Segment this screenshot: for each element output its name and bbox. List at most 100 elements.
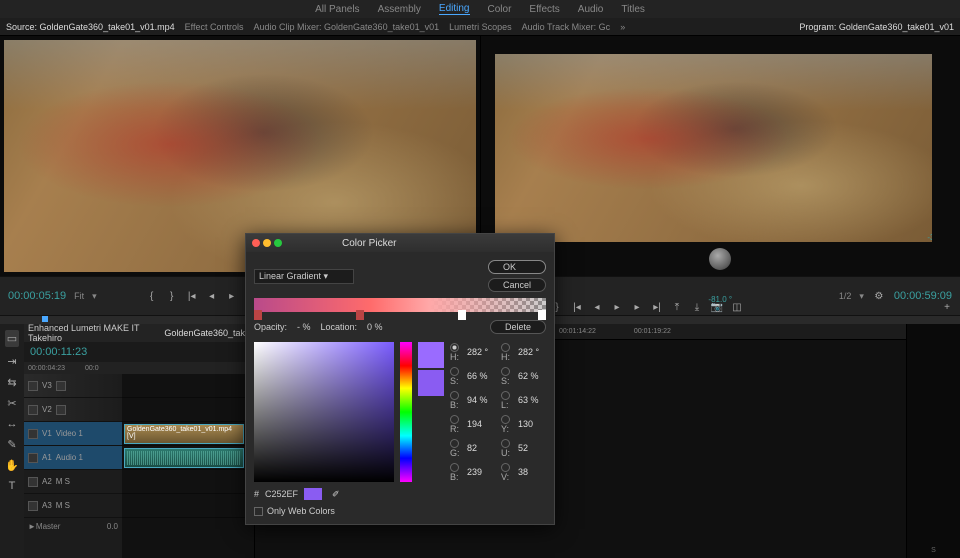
val-b2[interactable]: 239 bbox=[467, 467, 495, 477]
track-header-a2[interactable]: A2 M S bbox=[24, 470, 122, 494]
ws-effects[interactable]: Effects bbox=[529, 4, 559, 15]
ok-button[interactable]: OK bbox=[488, 260, 546, 274]
radio-v[interactable] bbox=[501, 463, 510, 472]
step-fwd-button[interactable]: ▸ bbox=[630, 301, 644, 313]
track-header-v1[interactable]: V1 Video 1 bbox=[24, 422, 122, 446]
hex-value[interactable]: C252EF bbox=[265, 489, 298, 499]
tab-effect-controls[interactable]: Effect Controls bbox=[185, 22, 244, 32]
source-fit-dropdown[interactable]: Fit bbox=[74, 291, 84, 301]
track-header-v2[interactable]: V2 bbox=[24, 398, 122, 422]
val-g[interactable]: 82 bbox=[467, 443, 495, 453]
radio-h[interactable] bbox=[450, 343, 459, 352]
val-u[interactable]: 52 bbox=[518, 443, 546, 453]
radio-y[interactable] bbox=[501, 415, 510, 424]
gradient-stop[interactable] bbox=[458, 310, 466, 320]
lock-icon[interactable] bbox=[28, 381, 38, 391]
slip-tool-icon[interactable]: ↔ bbox=[7, 418, 18, 430]
export-frame-button[interactable]: 📷 bbox=[710, 301, 724, 313]
gradient-stop[interactable] bbox=[538, 310, 546, 320]
eyedropper-icon[interactable]: ✐ bbox=[332, 489, 340, 500]
only-web-colors-checkbox[interactable] bbox=[254, 507, 263, 516]
chevron-down-icon[interactable]: ▾ bbox=[92, 291, 97, 302]
radio-u[interactable] bbox=[501, 439, 510, 448]
lane-a3[interactable] bbox=[122, 494, 254, 518]
track-header-master[interactable]: ► Master 0.0 bbox=[24, 518, 122, 534]
track-header-a1[interactable]: A1 Audio 1 bbox=[24, 446, 122, 470]
cancel-button[interactable]: Cancel bbox=[488, 278, 546, 292]
lane-v2[interactable] bbox=[122, 398, 254, 422]
radio-g[interactable] bbox=[450, 439, 459, 448]
go-next-button[interactable]: ▸| bbox=[650, 301, 664, 313]
val-h[interactable]: 282 ° bbox=[467, 347, 495, 357]
tab-lumetri-scopes[interactable]: Lumetri Scopes bbox=[449, 22, 512, 32]
dialog-titlebar[interactable]: Color Picker bbox=[246, 234, 554, 252]
ws-editing[interactable]: Editing bbox=[439, 3, 470, 15]
step-back-button[interactable]: ◂ bbox=[590, 301, 604, 313]
program-video-frame[interactable]: -3.4 ° bbox=[495, 54, 933, 242]
ws-audio[interactable]: Audio bbox=[578, 4, 604, 15]
gradient-type-dropdown[interactable]: Linear Gradient ▾ bbox=[254, 269, 354, 284]
tab-active-seq[interactable]: GoldenGate360_take bbox=[164, 328, 250, 338]
comparison-view-button[interactable]: ◫ bbox=[730, 301, 744, 313]
new-color-swatch[interactable] bbox=[418, 342, 444, 368]
mark-out-button[interactable]: } bbox=[165, 290, 179, 302]
meter-solo-left[interactable]: S bbox=[911, 547, 956, 554]
play-button[interactable]: ▸ bbox=[610, 301, 624, 313]
close-icon[interactable] bbox=[252, 239, 260, 247]
val-r[interactable]: 194 bbox=[467, 419, 495, 429]
saturation-value-field[interactable] bbox=[254, 342, 394, 482]
hand-tool-icon[interactable]: ✋ bbox=[5, 459, 19, 472]
tab-audio-track-mixer[interactable]: Audio Track Mixer: Gc bbox=[522, 22, 611, 32]
tab-source[interactable]: Source: GoldenGate360_take01_v01.mp4 bbox=[6, 22, 175, 32]
go-prev-button[interactable]: |◂ bbox=[570, 301, 584, 313]
lift-button[interactable]: ⤒ bbox=[670, 301, 684, 313]
lock-icon[interactable] bbox=[28, 453, 38, 463]
lock-icon[interactable] bbox=[28, 429, 38, 439]
tab-program[interactable]: Program: GoldenGate360_take01_v01 bbox=[799, 22, 954, 32]
vr-orientation-knob[interactable] bbox=[709, 248, 731, 270]
lock-icon[interactable] bbox=[28, 477, 38, 487]
play-button[interactable]: ▸ bbox=[225, 290, 239, 302]
val-l[interactable]: 63 % bbox=[518, 395, 546, 405]
val-s[interactable]: 66 % bbox=[467, 371, 495, 381]
radio-b[interactable] bbox=[450, 391, 459, 400]
gradient-stop[interactable] bbox=[254, 310, 262, 320]
video-clip[interactable]: GoldenGate360_take01_v01.mp4 [V] bbox=[124, 424, 244, 444]
ws-color[interactable]: Color bbox=[488, 4, 512, 15]
minimize-icon[interactable] bbox=[263, 239, 271, 247]
mark-in-button[interactable]: { bbox=[145, 290, 159, 302]
tab-audio-clip-mixer[interactable]: Audio Clip Mixer: GoldenGate360_take01_v… bbox=[254, 22, 440, 32]
gradient-bar[interactable] bbox=[254, 298, 546, 312]
eye-icon[interactable] bbox=[56, 381, 66, 391]
radio-b2[interactable] bbox=[450, 463, 459, 472]
track-header-v3[interactable]: V3 bbox=[24, 374, 122, 398]
val-s2[interactable]: 62 % bbox=[518, 371, 546, 381]
radio-r[interactable] bbox=[450, 415, 459, 424]
pen-tool-icon[interactable]: ✎ bbox=[7, 438, 16, 451]
current-color-swatch[interactable] bbox=[418, 370, 444, 396]
audio-clip[interactable] bbox=[124, 448, 244, 468]
lane-v1[interactable]: GoldenGate360_take01_v01.mp4 [V] bbox=[122, 422, 254, 446]
lock-icon[interactable] bbox=[28, 405, 38, 415]
selection-tool-icon[interactable]: ▭ bbox=[5, 330, 19, 347]
hue-slider[interactable] bbox=[400, 342, 412, 482]
opacity-value[interactable]: - % bbox=[297, 322, 311, 332]
val-y[interactable]: 130 bbox=[518, 419, 546, 429]
tab-overflow-icon[interactable]: » bbox=[620, 22, 625, 32]
plus-icon[interactable]: + bbox=[940, 301, 954, 313]
go-to-in-button[interactable]: |◂ bbox=[185, 290, 199, 302]
ws-all-panels[interactable]: All Panels bbox=[315, 4, 359, 15]
lock-icon[interactable] bbox=[28, 501, 38, 511]
track-header-a3[interactable]: A3 M S bbox=[24, 494, 122, 518]
extract-button[interactable]: ⤓ bbox=[690, 301, 704, 313]
razor-tool-icon[interactable]: ✂ bbox=[7, 397, 16, 410]
track-lanes[interactable]: GoldenGate360_take01_v01.mp4 [V] bbox=[122, 374, 254, 558]
radio-s[interactable] bbox=[450, 367, 459, 376]
type-tool-icon[interactable]: T bbox=[9, 480, 16, 492]
lane-a2[interactable] bbox=[122, 470, 254, 494]
location-value[interactable]: 0 % bbox=[367, 322, 383, 332]
track-select-tool-icon[interactable]: ⇥ bbox=[7, 355, 16, 368]
val-h2[interactable]: 282 ° bbox=[518, 347, 546, 357]
radio-s2[interactable] bbox=[501, 367, 510, 376]
step-back-button[interactable]: ◂ bbox=[205, 290, 219, 302]
